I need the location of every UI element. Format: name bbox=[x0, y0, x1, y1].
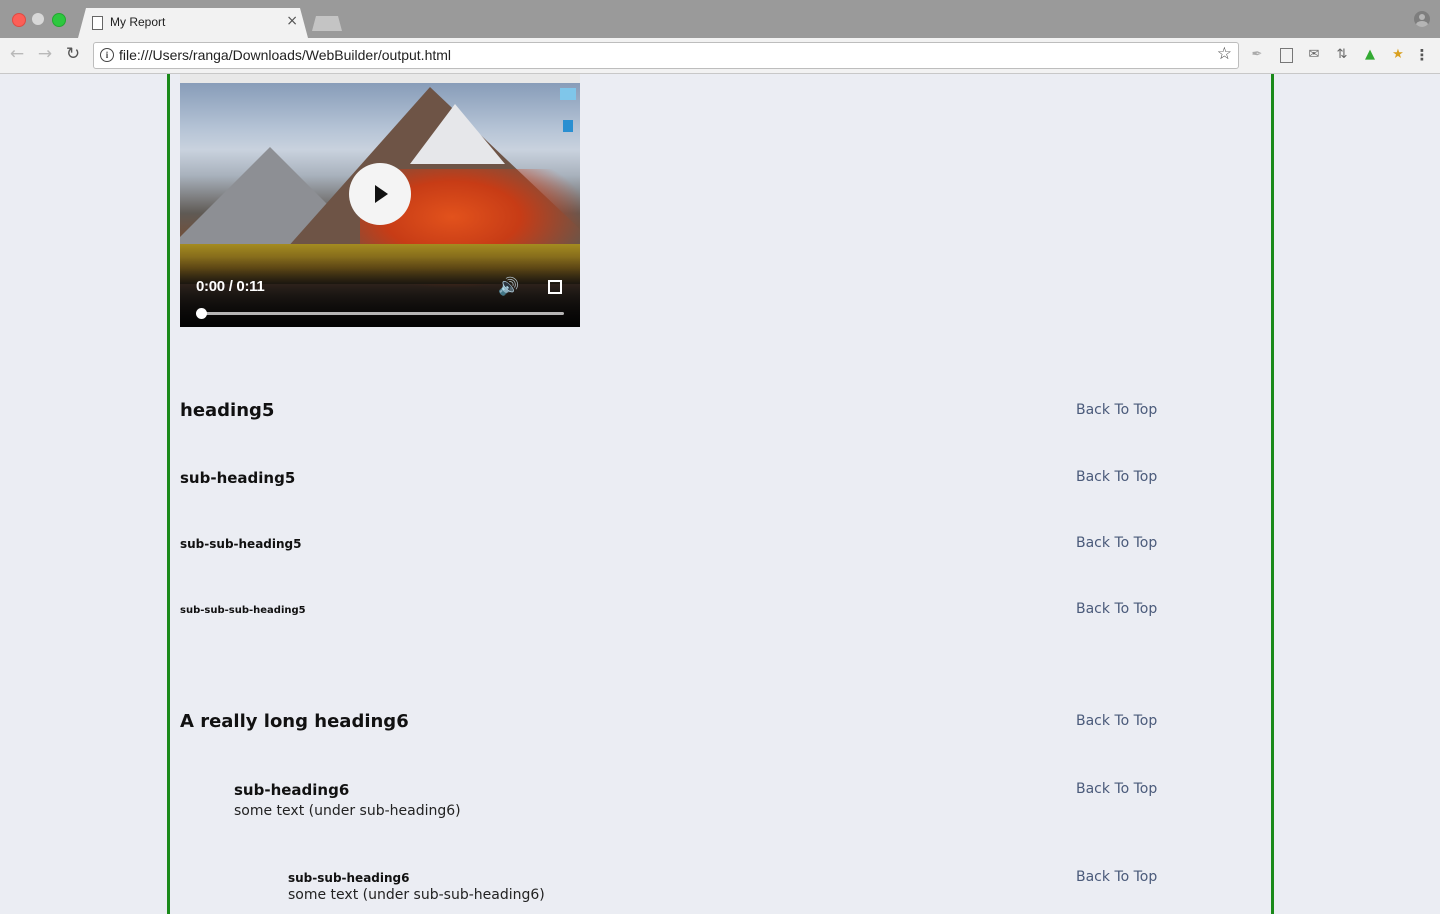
section-sub-sub-heading5: sub-sub-heading5 Back To Top bbox=[180, 535, 1160, 551]
heading-6: A really long heading6 bbox=[180, 711, 409, 732]
back-to-top-link[interactable]: Back To Top bbox=[1076, 469, 1157, 485]
section-sub-heading5: sub-heading5 Back To Top bbox=[180, 469, 1160, 487]
back-to-top-link[interactable]: Back To Top bbox=[1076, 535, 1157, 551]
section-sub-sub-sub-heading5: sub-sub-sub-heading5 Back To Top bbox=[180, 601, 1160, 617]
video-frame-icon bbox=[560, 88, 576, 100]
fullscreen-icon[interactable] bbox=[548, 280, 562, 294]
extension-page-icon[interactable] bbox=[1278, 47, 1294, 63]
play-button[interactable] bbox=[349, 163, 411, 225]
extension-pen-icon[interactable]: ✒ bbox=[1249, 47, 1265, 63]
extension-green-icon[interactable]: ▲ bbox=[1362, 47, 1378, 63]
extension-arrows-icon[interactable]: ⇅ bbox=[1334, 47, 1350, 63]
browser-menu-icon[interactable]: ⋮ bbox=[1414, 47, 1430, 63]
new-tab-button[interactable] bbox=[312, 16, 342, 31]
tab-title: My Report bbox=[110, 15, 166, 29]
sub-sub-heading-6: sub-sub-heading6 bbox=[288, 871, 410, 885]
heading-5: heading5 bbox=[180, 400, 275, 421]
section-heading5: heading5 Back To Top bbox=[180, 400, 1160, 421]
back-arrow-icon[interactable]: ← bbox=[7, 44, 27, 64]
video-frame-icon bbox=[563, 120, 573, 132]
sub-heading-6: sub-heading6 bbox=[234, 781, 350, 799]
video-time: 0:00 / 0:11 bbox=[196, 278, 265, 295]
browser-titlebar: My Report × bbox=[0, 0, 1440, 38]
section-heading6: A really long heading6 Back To Top bbox=[180, 711, 1160, 732]
section-body-text: some text (under sub-heading6) bbox=[234, 803, 461, 819]
url-text[interactable]: file:///Users/ranga/Downloads/WebBuilder… bbox=[119, 47, 451, 63]
reload-icon[interactable]: ↻ bbox=[63, 44, 83, 64]
back-to-top-link[interactable]: Back To Top bbox=[1076, 869, 1157, 885]
video-seek-bar[interactable] bbox=[200, 312, 564, 315]
forward-arrow-icon[interactable]: → bbox=[35, 44, 55, 64]
video-seek-thumb[interactable] bbox=[196, 308, 207, 319]
back-to-top-link[interactable]: Back To Top bbox=[1076, 781, 1157, 797]
address-bar[interactable]: i file:///Users/ranga/Downloads/WebBuild… bbox=[93, 42, 1239, 69]
report-container: 0:00 / 0:11 🔊 heading5 Back To Top sub-h… bbox=[167, 74, 1274, 914]
profile-icon[interactable] bbox=[1414, 11, 1430, 27]
section-body-text: some text (under sub-sub-heading6) bbox=[288, 887, 545, 903]
sub-sub-sub-heading-5: sub-sub-sub-heading5 bbox=[180, 605, 306, 616]
extension-lightbulb-icon[interactable]: ★ bbox=[1390, 47, 1406, 63]
section-sub-sub-heading6: sub-sub-heading6 some text (under sub-su… bbox=[180, 869, 1160, 903]
back-to-top-link[interactable]: Back To Top bbox=[1076, 713, 1157, 729]
video-frame-snowcap bbox=[410, 104, 505, 164]
bookmark-star-icon[interactable]: ☆ bbox=[1217, 44, 1232, 64]
window-minimize-button[interactable] bbox=[32, 13, 44, 25]
video-frame-menubar bbox=[180, 74, 580, 83]
info-icon[interactable]: i bbox=[100, 48, 114, 62]
extension-mail-icon[interactable]: ✉ bbox=[1306, 47, 1322, 63]
document-icon bbox=[92, 16, 103, 30]
tab-close-icon[interactable]: × bbox=[286, 13, 298, 29]
browser-tab[interactable]: My Report × bbox=[78, 8, 308, 38]
sub-sub-heading-5: sub-sub-heading5 bbox=[180, 537, 302, 551]
browser-toolbar: ← → ↻ i file:///Users/ranga/Downloads/We… bbox=[0, 38, 1440, 74]
video-player[interactable]: 0:00 / 0:11 🔊 bbox=[180, 74, 580, 327]
volume-icon[interactable]: 🔊 bbox=[498, 277, 519, 297]
window-close-button[interactable] bbox=[12, 13, 26, 27]
sub-heading-5: sub-heading5 bbox=[180, 469, 296, 487]
back-to-top-link[interactable]: Back To Top bbox=[1076, 601, 1157, 617]
section-sub-heading6: sub-heading6 some text (under sub-headin… bbox=[180, 781, 1160, 819]
window-maximize-button[interactable] bbox=[52, 13, 66, 27]
back-to-top-link[interactable]: Back To Top bbox=[1076, 402, 1157, 418]
